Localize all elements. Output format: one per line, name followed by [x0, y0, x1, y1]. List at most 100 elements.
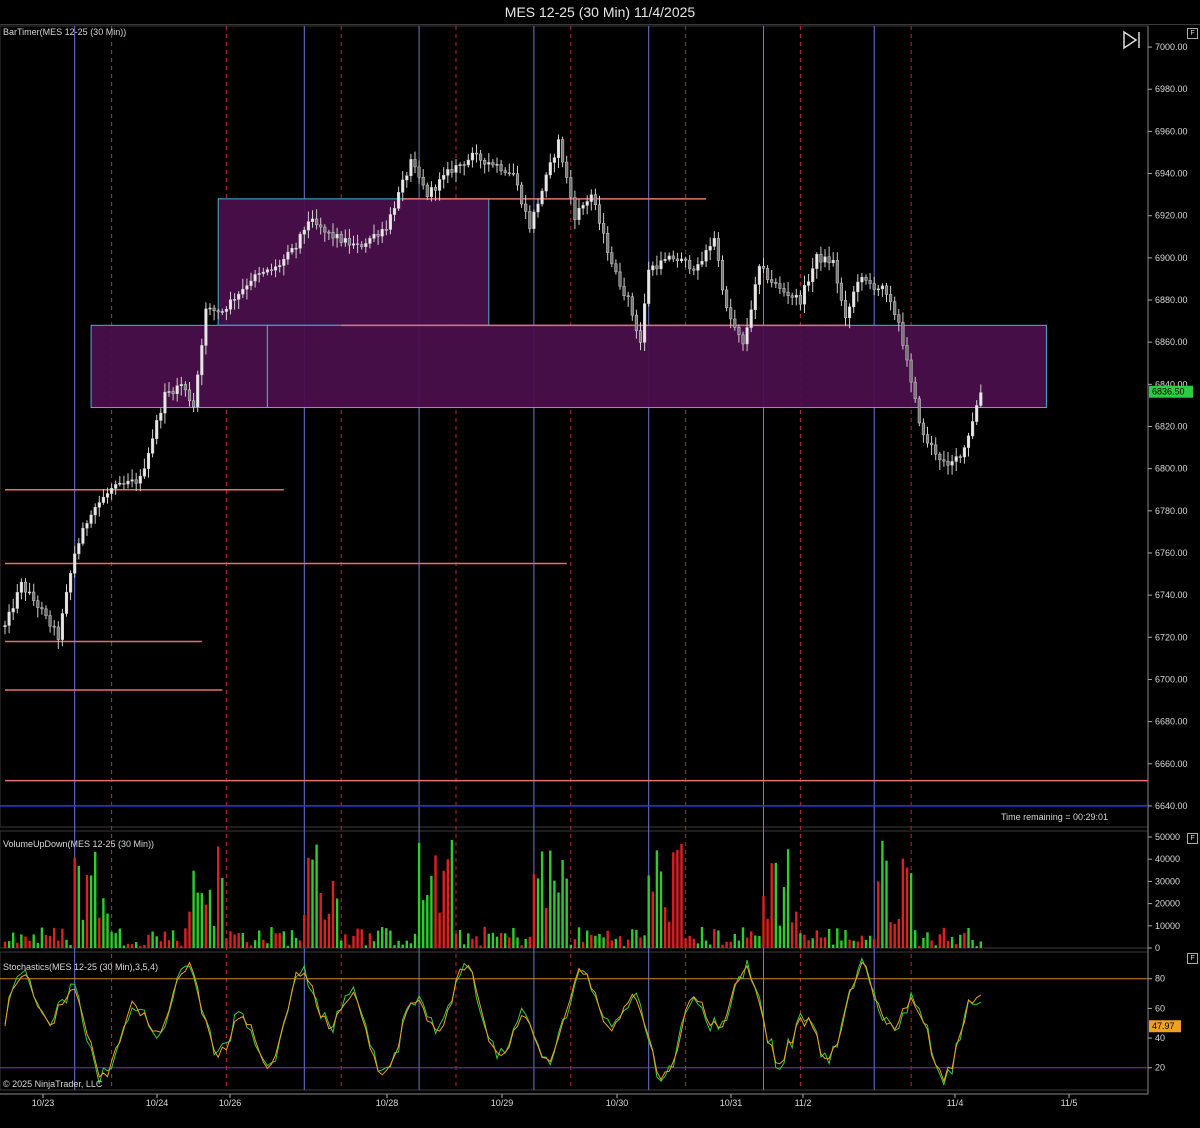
- volume-bar: [967, 927, 970, 948]
- volume-bar: [815, 930, 818, 948]
- chart-canvas[interactable]: 7000.00 6980.00 6960.00 6940.00 6920.00 6900.…: [0, 0, 1200, 1128]
- candle-body: [569, 177, 573, 198]
- candle-body: [233, 299, 237, 301]
- volume-bar: [340, 940, 343, 948]
- candle-body: [860, 276, 864, 283]
- candle-body: [766, 268, 770, 280]
- price-panel-settings-icon[interactable]: F: [1187, 28, 1198, 39]
- volume-bar: [663, 907, 667, 948]
- volume-bar: [573, 939, 577, 948]
- volume-bar: [864, 939, 868, 948]
- volume-bar: [553, 880, 556, 948]
- price-axis-tick-label: 6700.00: [1155, 674, 1188, 684]
- volume-bar: [89, 875, 93, 948]
- volume-bar: [61, 928, 64, 948]
- volume-bar: [106, 913, 109, 948]
- candle-body: [602, 223, 606, 234]
- candle-body: [237, 293, 241, 300]
- candle-body: [85, 523, 89, 529]
- chart-window: MES 12-25 (30 Min) 11/4/2025 7000.00 6980…: [0, 0, 1200, 1128]
- candle-body: [815, 254, 819, 269]
- candle-body: [60, 613, 64, 640]
- volume-bar: [57, 940, 60, 948]
- price-axis-tick-label: 6720.00: [1155, 632, 1188, 642]
- volume-bar: [237, 933, 240, 948]
- volume-bar: [110, 931, 113, 948]
- volume-bar: [823, 937, 827, 948]
- volume-bar: [852, 940, 855, 948]
- play-forward-icon[interactable]: [1122, 30, 1144, 50]
- candle-body: [69, 573, 73, 593]
- candle-body: [11, 608, 15, 613]
- candle-body: [32, 591, 36, 601]
- candle-body: [417, 166, 421, 178]
- candle-body: [880, 285, 884, 290]
- volume-bar: [217, 846, 220, 948]
- volume-bar: [791, 922, 794, 948]
- volume-bar: [331, 880, 335, 948]
- candle-body: [934, 444, 938, 455]
- candle-body: [44, 608, 48, 616]
- stoch-d-line: [4, 961, 982, 1083]
- volume-bar: [971, 939, 974, 948]
- volume-bar: [819, 937, 823, 948]
- candle-body: [913, 381, 917, 399]
- stoch-k-line: [4, 957, 982, 1087]
- volume-bar: [188, 911, 191, 948]
- candle-body: [155, 420, 159, 439]
- candle-body: [663, 259, 667, 261]
- volume-panel-settings-icon[interactable]: F: [1187, 833, 1198, 844]
- volume-bar: [635, 929, 638, 948]
- candle-body: [294, 247, 298, 250]
- candle-body: [573, 197, 577, 220]
- candle-body: [224, 308, 228, 312]
- stoch-axis-tick-label: 80: [1155, 974, 1165, 984]
- candle-body: [138, 475, 142, 484]
- price-axis-tick-label: 6760.00: [1155, 548, 1188, 558]
- volume-bar: [762, 896, 765, 948]
- volume-bar: [208, 889, 212, 948]
- volume-bar: [348, 944, 351, 948]
- volume-bar: [905, 867, 909, 948]
- volume-bar: [73, 857, 76, 948]
- candle-body: [950, 461, 954, 466]
- volume-bar: [471, 938, 474, 948]
- candle-body: [597, 204, 602, 224]
- candle-body: [380, 229, 384, 237]
- volume-bar: [85, 875, 89, 948]
- volume-bar: [282, 931, 285, 948]
- volume-bar: [463, 944, 466, 948]
- candle-body: [634, 314, 638, 331]
- candle-body: [442, 175, 446, 180]
- x-axis-label: 10/24: [146, 1098, 169, 1108]
- volume-bar: [422, 900, 425, 948]
- candle-body: [901, 322, 905, 346]
- candle-body: [757, 266, 761, 285]
- volume-bar: [512, 927, 515, 948]
- volume-bar: [840, 940, 843, 948]
- candle-body: [905, 345, 909, 361]
- candle-body: [446, 169, 450, 176]
- price-axis-tick-label: 6980.00: [1155, 84, 1188, 94]
- stoch-panel-settings-icon[interactable]: F: [1187, 953, 1198, 964]
- volume-bar: [676, 849, 679, 948]
- candle-body: [429, 187, 433, 197]
- price-axis-tick-label: 6780.00: [1155, 506, 1188, 516]
- volume-bar: [303, 914, 306, 948]
- volume-bar: [69, 945, 72, 948]
- volume-bar: [684, 938, 687, 948]
- volume-bar: [36, 942, 39, 948]
- volume-bar: [901, 858, 905, 948]
- volume-bar: [135, 942, 138, 948]
- candle-body: [23, 581, 28, 593]
- candle-body: [126, 480, 130, 485]
- candle-body: [163, 391, 167, 414]
- candle-body: [368, 238, 372, 244]
- volume-bar: [65, 939, 68, 948]
- volume-bar: [774, 862, 777, 948]
- volume-bar: [590, 934, 593, 948]
- candle-body: [720, 260, 725, 291]
- volume-axis-tick-label: 10000: [1155, 921, 1180, 931]
- volume-axis-tick-label: 20000: [1155, 899, 1180, 909]
- candle-body: [938, 453, 942, 460]
